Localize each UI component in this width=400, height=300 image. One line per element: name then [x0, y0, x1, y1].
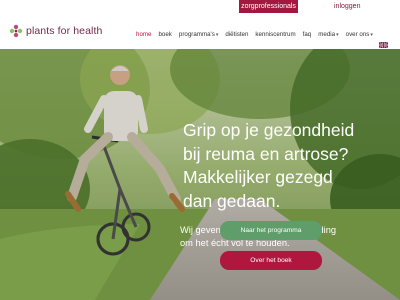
headline-line: bij reuma en artrose?: [183, 143, 349, 164]
main-navigation: plants for health home boek programma's▾…: [0, 14, 400, 50]
chevron-down-icon: ▾: [370, 31, 373, 38]
over-het-boek-button[interactable]: Over het boek: [220, 251, 322, 270]
menu-item-over-ons-label: over ons: [345, 30, 370, 38]
menu-item-over-ons[interactable]: over ons▾: [346, 31, 373, 38]
hero-headline: Grip op je gezondheid bij reuma en artro…: [183, 119, 398, 213]
menu-item-media[interactable]: media▾: [318, 31, 338, 38]
uk-flag-icon[interactable]: [379, 42, 388, 48]
menu-item-home[interactable]: home: [136, 31, 151, 38]
menu-bar: home boek programma's▾ diëtisten kennisc…: [136, 29, 380, 39]
headline-line: Makkelijker gezegd: [183, 167, 333, 187]
menu-item-boek[interactable]: boek: [158, 31, 171, 38]
login-link[interactable]: inloggen: [334, 0, 360, 13]
menu-item-programmas[interactable]: programma's▾: [179, 31, 218, 38]
headline-line: Grip op je gezondheid: [183, 120, 355, 140]
top-utility-bar: zorgprofessionals inloggen: [0, 0, 400, 14]
site-logo[interactable]: plants for health: [9, 23, 102, 39]
naar-het-programma-button[interactable]: Naar het programma: [220, 221, 322, 240]
hero-section: Grip op je gezondheid bij reuma en artro…: [0, 49, 400, 300]
menu-item-media-label: media: [318, 30, 336, 38]
menu-item-programmas-label: programma's: [178, 30, 215, 38]
headline-line: dan gedaan.: [183, 190, 281, 211]
menu-item-faq[interactable]: faq: [303, 31, 312, 38]
chevron-down-icon: ▾: [215, 31, 219, 38]
zorgprofessionals-button[interactable]: zorgprofessionals: [239, 0, 298, 13]
menu-item-dietisten[interactable]: diëtisten: [225, 31, 248, 38]
menu-item-kenniscentrum[interactable]: kenniscentrum: [255, 31, 295, 38]
chevron-down-icon: ▾: [336, 31, 339, 38]
plant-logo-icon: [9, 24, 23, 38]
logo-text: plants for health: [26, 25, 103, 37]
